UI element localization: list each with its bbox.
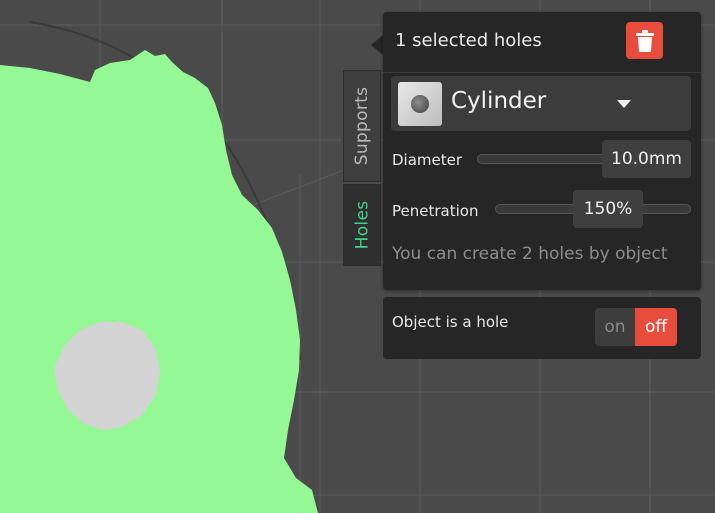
object-is-hole-label: Object is a hole: [392, 313, 509, 331]
hole-toggle-panel: Object is a hole on off: [383, 297, 701, 359]
panel-header: 1 selected holes: [383, 12, 701, 73]
hole-shape-select[interactable]: Cylinder: [391, 76, 691, 131]
toggle-on-option[interactable]: on: [595, 308, 635, 346]
diameter-label: Diameter: [392, 151, 463, 169]
cylinder-thumbnail: [398, 82, 442, 126]
hole-limit-info: You can create 2 holes by object: [392, 244, 668, 264]
object-is-hole-toggle[interactable]: on off: [595, 308, 677, 346]
diameter-slider[interactable]: [477, 154, 617, 164]
trash-icon: [635, 29, 654, 52]
panel-pointer: [371, 35, 383, 55]
penetration-value-input[interactable]: 150%: [573, 190, 643, 228]
chevron-down-icon: [617, 100, 631, 108]
holes-panel: 1 selected holes Cylinder Diameter 10.0m…: [383, 12, 701, 290]
tab-holes[interactable]: Holes: [343, 184, 381, 266]
toggle-off-option[interactable]: off: [635, 308, 677, 346]
delete-hole-button[interactable]: [626, 22, 663, 59]
penetration-label: Penetration: [392, 202, 479, 220]
shape-select-label: Cylinder: [451, 88, 547, 114]
tab-supports-label: Supports: [352, 86, 372, 166]
diameter-value-input[interactable]: 10.0mm: [602, 140, 691, 178]
tab-supports[interactable]: Supports: [343, 70, 381, 182]
panel-title: 1 selected holes: [395, 30, 542, 51]
tab-holes-label: Holes: [352, 200, 373, 250]
